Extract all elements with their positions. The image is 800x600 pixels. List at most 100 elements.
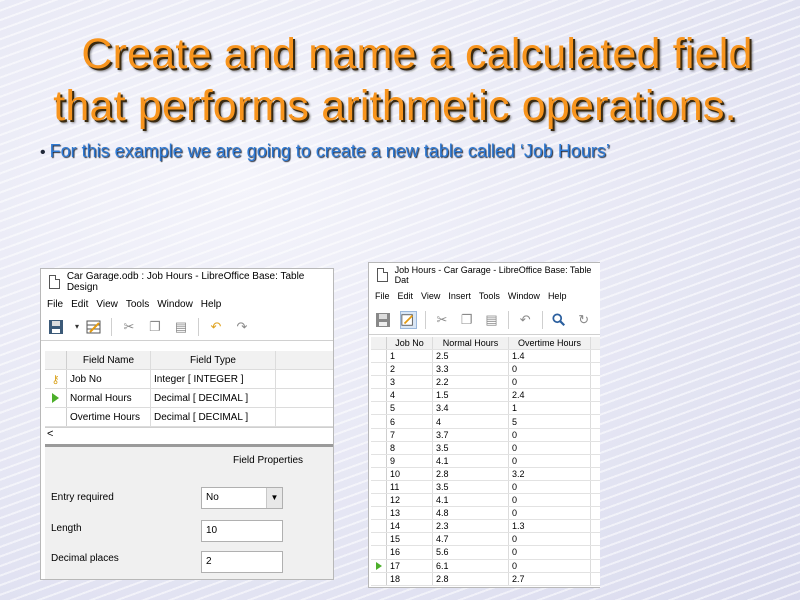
overtime-hours-cell[interactable]: 0 — [509, 454, 591, 467]
job-no-cell[interactable]: 6 — [387, 415, 433, 428]
job-no-cell[interactable]: 15 — [387, 533, 433, 546]
row-selector[interactable] — [371, 520, 387, 533]
table-row[interactable]: 15 4.7 0 — [371, 533, 600, 547]
edit-icon[interactable] — [399, 310, 417, 329]
overtime-hours-cell[interactable]: 0 — [509, 494, 591, 507]
field-name-cell[interactable]: Normal Hours — [67, 389, 151, 407]
normal-hours-cell[interactable]: 2.8 — [433, 572, 509, 585]
menu-help[interactable]: Help — [201, 299, 222, 310]
table-row[interactable]: 14 2.3 1.3 — [371, 520, 600, 534]
column-header-field-name[interactable]: Field Name — [67, 351, 151, 369]
overtime-hours-cell[interactable]: 0 — [509, 376, 591, 389]
save-icon[interactable] — [375, 311, 392, 329]
menu-help[interactable]: Help — [548, 291, 567, 301]
job-no-cell[interactable]: 12 — [387, 494, 433, 507]
menu-insert[interactable]: Insert — [448, 291, 471, 301]
job-no-cell[interactable]: 14 — [387, 520, 433, 533]
table-row[interactable]: 2 3.3 0 — [371, 363, 600, 377]
menu-file[interactable]: File — [375, 291, 390, 301]
row-selector[interactable] — [371, 467, 387, 480]
table-row[interactable]: 12 4.1 0 — [371, 494, 600, 508]
field-row[interactable]: ⚷ Job No Integer [ INTEGER ] — [45, 370, 333, 389]
menu-view[interactable]: View — [421, 291, 440, 301]
normal-hours-cell[interactable]: 2.3 — [433, 520, 509, 533]
menu-window[interactable]: Window — [157, 299, 193, 310]
normal-hours-cell[interactable]: 2.2 — [433, 376, 509, 389]
decimal-places-field[interactable]: 2 — [201, 551, 283, 573]
overtime-hours-cell[interactable]: 5 — [509, 415, 591, 428]
job-no-cell[interactable]: 11 — [387, 480, 433, 494]
normal-hours-cell[interactable]: 4.1 — [433, 494, 509, 507]
normal-hours-cell[interactable]: 4.1 — [433, 454, 509, 467]
table-row[interactable]: 10 2.8 3.2 — [371, 467, 600, 481]
row-selector[interactable] — [371, 480, 387, 494]
normal-hours-cell[interactable]: 5.6 — [433, 546, 509, 559]
menu-window[interactable]: Window — [508, 291, 540, 301]
field-row[interactable]: Normal Hours Decimal [ DECIMAL ] — [45, 389, 333, 408]
overtime-hours-cell[interactable]: 0 — [509, 480, 591, 494]
overtime-hours-cell[interactable]: 1.4 — [509, 350, 591, 363]
normal-hours-cell[interactable]: 2.5 — [433, 350, 509, 363]
row-selector[interactable] — [371, 441, 387, 454]
refresh-icon[interactable]: ↻ — [575, 311, 592, 329]
overtime-hours-cell[interactable]: 2.7 — [509, 572, 591, 585]
entry-required-select[interactable]: No ▼ — [201, 487, 283, 509]
overtime-hours-cell[interactable]: 0 — [509, 546, 591, 559]
normal-hours-cell[interactable]: 3.5 — [433, 441, 509, 454]
paste-icon[interactable]: ▤ — [172, 318, 190, 336]
row-selector[interactable] — [371, 572, 387, 585]
table-row[interactable]: 11 3.5 0 — [371, 480, 600, 495]
row-selector[interactable] — [371, 376, 387, 389]
job-no-cell[interactable]: 3 — [387, 376, 433, 389]
field-row[interactable]: Overtime Hours Decimal [ DECIMAL ] — [45, 408, 333, 427]
length-field[interactable]: 10 — [201, 520, 283, 542]
row-selector[interactable] — [371, 415, 387, 428]
row-selector[interactable] — [371, 428, 387, 441]
row-selector[interactable] — [371, 454, 387, 467]
menu-edit[interactable]: Edit — [71, 299, 88, 310]
find-icon[interactable] — [551, 311, 568, 329]
undo-icon[interactable]: ↶ — [207, 318, 225, 336]
normal-hours-cell[interactable]: 3.7 — [433, 428, 509, 441]
save-icon[interactable] — [47, 318, 65, 336]
menu-view[interactable]: View — [96, 299, 118, 310]
menu-file[interactable]: File — [47, 299, 63, 310]
table-row[interactable]: 8 3.5 0 — [371, 441, 600, 455]
job-no-cell[interactable]: 5 — [387, 402, 433, 415]
paste-icon[interactable]: ▤ — [483, 311, 500, 329]
redo-icon[interactable]: ↷ — [233, 318, 251, 336]
row-selector[interactable] — [371, 494, 387, 507]
table-row[interactable]: 16 5.6 0 — [371, 546, 600, 560]
normal-hours-cell[interactable]: 3.3 — [433, 363, 509, 376]
cut-icon[interactable]: ✂ — [120, 318, 138, 336]
job-no-cell[interactable]: 13 — [387, 507, 433, 520]
column-header-normal-hours[interactable]: Normal Hours — [433, 337, 509, 349]
row-selector[interactable] — [371, 389, 387, 402]
column-header-field-type[interactable]: Field Type — [151, 351, 276, 369]
overtime-hours-cell[interactable]: 1.3 — [509, 520, 591, 533]
table-row[interactable]: 3 2.2 0 — [371, 376, 600, 390]
menu-tools[interactable]: Tools — [126, 299, 149, 310]
row-selector[interactable] — [371, 402, 387, 415]
row-selector[interactable] — [371, 363, 387, 376]
column-header-job-no[interactable]: Job No — [387, 337, 433, 349]
overtime-hours-cell[interactable]: 0 — [509, 441, 591, 454]
normal-hours-cell[interactable]: 4 — [433, 415, 509, 428]
overtime-hours-cell[interactable]: 2.4 — [509, 389, 591, 402]
row-selector[interactable] — [371, 507, 387, 520]
job-no-cell[interactable]: 8 — [387, 441, 433, 454]
table-row[interactable]: 1 2.5 1.4 — [371, 350, 600, 364]
overtime-hours-cell[interactable]: 3.2 — [509, 467, 591, 480]
field-name-cell[interactable]: Overtime Hours — [67, 408, 151, 426]
column-header-overtime-hours[interactable]: Overtime Hours — [509, 337, 591, 349]
table-row[interactable]: 645 — [371, 415, 600, 429]
normal-hours-cell[interactable]: 6.1 — [433, 559, 509, 572]
menu-tools[interactable]: Tools — [479, 291, 500, 301]
job-no-cell[interactable]: 16 — [387, 546, 433, 559]
job-no-cell[interactable]: 10 — [387, 467, 433, 480]
overtime-hours-cell[interactable]: 0 — [509, 507, 591, 520]
job-no-cell[interactable]: 17 — [387, 559, 433, 572]
copy-icon[interactable]: ❐ — [458, 311, 475, 329]
job-no-cell[interactable]: 7 — [387, 428, 433, 441]
row-selector[interactable] — [371, 350, 387, 363]
